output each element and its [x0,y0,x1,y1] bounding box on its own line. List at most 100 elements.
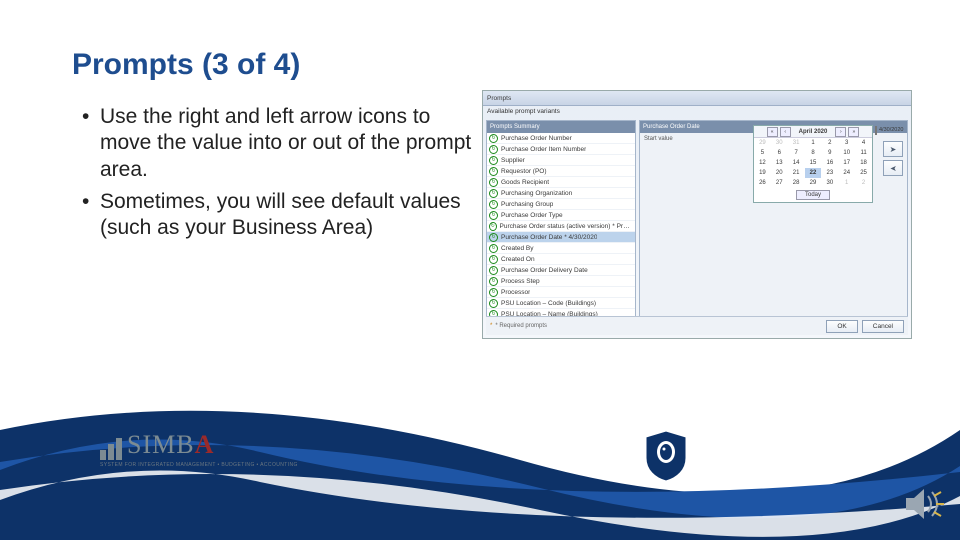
calendar-day[interactable]: 5 [754,148,771,158]
calendar-day[interactable]: 20 [771,168,788,178]
prompt-item-label: PSU Location – Code (Buildings) [501,300,596,307]
refresh-icon: ↻ [489,299,498,308]
bullet-marker: • [82,104,100,183]
prompt-item[interactable]: ↻Purchase Order Item Number [487,144,635,155]
calendar-day[interactable]: 3 [838,138,855,148]
calendar-day[interactable]: 12 [754,158,771,168]
prompt-item[interactable]: ↻Purchase Order status (active version) … [487,221,635,232]
calendar-day[interactable]: 30 [821,178,838,188]
move-left-button[interactable]: ➤ [883,160,903,176]
calendar-day[interactable]: 1 [838,178,855,188]
calendar-day[interactable]: 9 [821,148,838,158]
prompt-item[interactable]: ↻Created On [487,254,635,265]
bullet-item: • Sometimes, you will see default values… [82,189,482,242]
prompt-item[interactable]: ↻PSU Location – Code (Buildings) [487,298,635,309]
refresh-icon: ↻ [489,178,498,187]
calendar-day[interactable]: 24 [838,168,855,178]
calendar-prev-month[interactable]: ‹ [780,127,791,137]
calendar-day[interactable]: 22 [805,168,822,178]
prompts-dialog-screenshot: Prompts Available prompt variants Prompt… [482,90,912,339]
calendar-day[interactable]: 19 [754,168,771,178]
refresh-icon: ↻ [489,167,498,176]
refresh-icon: ↻ [489,255,498,264]
prompt-item-label: Purchase Order Type [501,212,563,219]
calendar-day[interactable]: 18 [855,158,872,168]
calendar-day[interactable]: 16 [821,158,838,168]
prompt-item[interactable]: ↻Purchase Order Date * 4/30/2020 [487,232,635,243]
calendar-day[interactable]: 29 [754,138,771,148]
calendar-day[interactable]: 14 [788,158,805,168]
prompt-item-label: Created By [501,245,534,252]
calendar-day[interactable]: 25 [855,168,872,178]
calendar-next-year[interactable]: » [848,127,859,137]
prompt-item-label: Process Step [501,278,540,285]
prompt-item-label: Purchasing Group [501,201,553,208]
prompt-item-label: Created On [501,256,535,263]
selected-date-value: 4/30/2020 [879,127,903,133]
prompt-item[interactable]: ↻Goods Recipient [487,177,635,188]
prompt-item-label: Purchasing Organization [501,190,572,197]
prompt-item[interactable]: ↻Process Step [487,276,635,287]
prompt-item[interactable]: ↻Created By [487,243,635,254]
calendar-day[interactable]: 6 [771,148,788,158]
simba-logo: SIMBA SYSTEM FOR INTEGRATED MANAGEMENT •… [100,430,298,468]
prompt-item-label: Processor [501,289,530,296]
calendar-popup[interactable]: « ‹ April 2020 › » 293031123456789101112… [753,125,873,203]
refresh-icon: ↻ [489,211,498,220]
prompt-item[interactable]: ↻Purchasing Organization [487,188,635,199]
prompt-item[interactable]: ↻Supplier [487,155,635,166]
prompt-item[interactable]: ↻Purchase Order Type [487,210,635,221]
calendar-day[interactable]: 13 [771,158,788,168]
prompt-item[interactable]: ↻Requestor (PO) [487,166,635,177]
calendar-day[interactable]: 7 [788,148,805,158]
calendar-day[interactable]: 10 [838,148,855,158]
refresh-icon: ↻ [489,156,498,165]
prompt-item-label: Purchase Order Number [501,135,572,142]
dialog-title: Prompts [487,95,511,102]
calendar-next-month[interactable]: › [835,127,846,137]
calendar-day[interactable]: 27 [771,178,788,188]
calendar-day[interactable]: 31 [788,138,805,148]
calendar-day[interactable]: 1 [805,138,822,148]
refresh-icon: ↻ [489,233,498,242]
prompt-item-label: Supplier [501,157,525,164]
prompt-item-label: Requestor (PO) [501,168,547,175]
calendar-day[interactable]: 29 [805,178,822,188]
pennstate-logo: PennState [643,430,850,482]
calendar-day[interactable]: 11 [855,148,872,158]
simba-wordmark: SIMBA [127,430,214,460]
calendar-prev-year[interactable]: « [767,127,778,137]
arrow-left-icon: ➤ [890,164,897,173]
calendar-day[interactable]: 23 [821,168,838,178]
calendar-day[interactable]: 17 [838,158,855,168]
calendar-month-label: April 2020 [793,129,834,135]
prompt-item[interactable]: ↻Purchase Order Delivery Date [487,265,635,276]
calendar-day[interactable]: 8 [805,148,822,158]
prompt-item-label: Goods Recipient [501,179,549,186]
prompt-item[interactable]: ↻Processor [487,287,635,298]
calendar-day[interactable]: 30 [771,138,788,148]
calendar-day[interactable]: 15 [805,158,822,168]
cancel-button[interactable]: Cancel [862,320,904,333]
bullet-marker: • [82,189,100,242]
calendar-today-button[interactable]: Today [796,190,830,200]
ok-button[interactable]: OK [826,320,857,333]
prompt-item[interactable]: ↻Purchase Order Number [487,133,635,144]
move-right-button[interactable]: ➤ [883,141,903,157]
calendar-day[interactable]: 28 [788,178,805,188]
calendar-day[interactable]: 4 [855,138,872,148]
prompt-detail-panel: Purchase Order Date Start value 4/30/202… [639,120,908,326]
refresh-icon: ↻ [489,134,498,143]
calendar-day[interactable]: 2 [821,138,838,148]
calendar-day[interactable]: 21 [788,168,805,178]
selected-date-field[interactable]: 4/30/2020 [875,125,903,135]
prompt-item-label: Purchase Order Delivery Date [501,267,588,274]
refresh-icon: ↻ [489,266,498,275]
calendar-day[interactable]: 2 [855,178,872,188]
dialog-tab-label: Available prompt variants [483,106,911,117]
bullet-text: Use the right and left arrow icons to mo… [100,104,482,183]
calendar-day[interactable]: 26 [754,178,771,188]
refresh-icon: ↻ [489,288,498,297]
date-checkbox[interactable] [875,126,877,135]
prompt-item[interactable]: ↻Purchasing Group [487,199,635,210]
